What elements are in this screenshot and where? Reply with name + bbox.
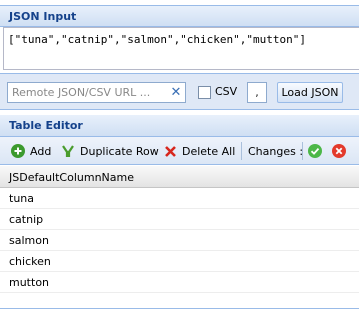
- delete-all-button[interactable]: Delete All: [164, 143, 235, 159]
- add-button[interactable]: Add: [11, 143, 51, 159]
- remote-url-input[interactable]: [8, 83, 168, 102]
- json-input-title: JSON Input: [9, 10, 77, 23]
- clear-icon[interactable]: ✕: [169, 85, 183, 100]
- toolbar-separator: [302, 142, 303, 160]
- delete-icon: [164, 145, 177, 158]
- changes-label: Changes :: [248, 145, 304, 158]
- duplicate-row-button[interactable]: Duplicate Row: [61, 143, 159, 159]
- table-row[interactable]: mutton: [0, 272, 359, 293]
- grid-column-header[interactable]: JSDefaultColumnName: [0, 166, 359, 188]
- duplicate-icon: [61, 144, 75, 158]
- column-header-label: JSDefaultColumnName: [9, 171, 134, 184]
- csv-label: CSV: [215, 85, 238, 98]
- add-icon: [11, 144, 25, 158]
- table-row[interactable]: salmon: [0, 230, 359, 251]
- csv-checkbox[interactable]: [198, 86, 211, 99]
- delete-all-label: Delete All: [182, 144, 236, 158]
- json-input-header: JSON Input: [0, 5, 359, 27]
- cell-value: mutton: [9, 276, 50, 289]
- delimiter-input[interactable]: ,: [247, 82, 267, 103]
- json-input-textarea[interactable]: ["tuna","catnip","salmon","chicken","mut…: [3, 27, 359, 70]
- toolbar-separator: [241, 142, 242, 160]
- duplicate-row-label: Duplicate Row: [80, 144, 159, 158]
- add-label: Add: [30, 144, 52, 158]
- cell-value: tuna: [9, 192, 34, 205]
- reject-changes-icon[interactable]: [332, 144, 346, 158]
- cell-value: salmon: [9, 234, 49, 247]
- table-row[interactable]: chicken: [0, 251, 359, 272]
- load-json-button[interactable]: Load JSON: [277, 82, 343, 103]
- cell-value: catnip: [9, 213, 44, 226]
- table-editor-header: Table Editor: [0, 115, 359, 137]
- table-row[interactable]: catnip: [0, 209, 359, 230]
- remote-url-field[interactable]: ✕: [7, 82, 186, 103]
- table-editor-title: Table Editor: [9, 119, 83, 132]
- cell-value: chicken: [9, 255, 51, 268]
- table-toolbar: Add Duplicate Row Delete All Changes :: [0, 137, 359, 165]
- table-row[interactable]: tuna: [0, 188, 359, 209]
- remote-load-bar: ✕ CSV , Load JSON: [0, 73, 359, 110]
- accept-changes-icon[interactable]: [308, 144, 322, 158]
